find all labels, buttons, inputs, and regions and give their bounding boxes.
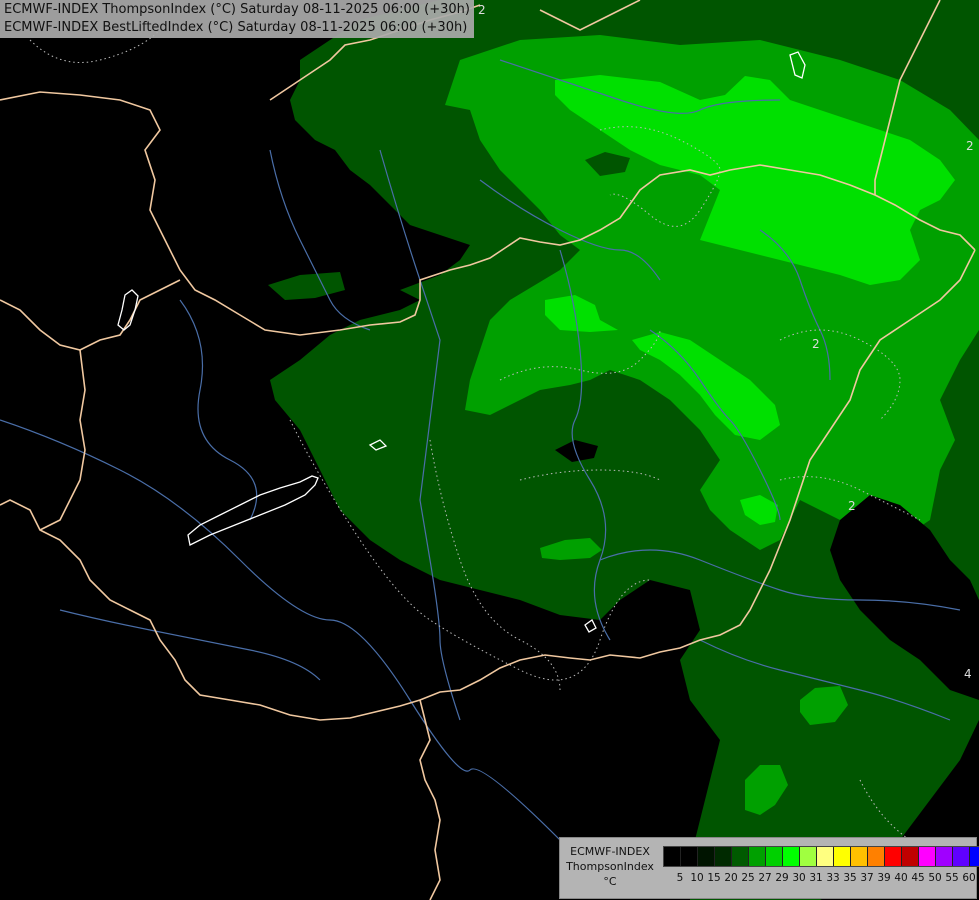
legend-swatch — [970, 847, 979, 866]
legend-swatch — [749, 847, 766, 866]
legend-swatch — [936, 847, 953, 866]
contour-label: 2 — [812, 337, 820, 351]
legend-swatch — [834, 847, 851, 866]
legend-swatch — [783, 847, 800, 866]
legend-label-model: ECMWF-INDEX — [570, 845, 650, 858]
color-legend: ECMWF-INDEX ThompsonIndex °C 5 10 15 20 25 27… — [559, 837, 979, 899]
legend-label-unit: °C — [603, 875, 617, 888]
contour-label: 4 — [964, 667, 972, 681]
legend-swatch — [800, 847, 817, 866]
map-title-best-lifted-index: ECMWF-INDEX BestLiftedIndex (°C) Saturda… — [4, 20, 468, 35]
legend-swatch — [851, 847, 868, 866]
legend-swatch — [732, 847, 749, 866]
contour-label: 2 — [966, 139, 974, 153]
legend-tick-label: 60 — [962, 872, 976, 884]
legend-label: ECMWF-INDEX ThompsonIndex °C — [562, 844, 658, 889]
legend-swatch — [681, 847, 698, 866]
map-title-box: ECMWF-INDEX ThompsonIndex (°C) Saturday … — [0, 0, 474, 38]
legend-swatch — [902, 847, 919, 866]
legend-swatch — [885, 847, 902, 866]
legend-swatch — [868, 847, 885, 866]
legend-swatch — [919, 847, 936, 866]
legend-swatch — [664, 847, 681, 866]
legend-swatch — [817, 847, 834, 866]
contour-label: 2 — [848, 499, 856, 513]
weather-map: 2 2 2 2 4 — [0, 0, 979, 900]
legend-swatch — [766, 847, 783, 866]
legend-swatch — [953, 847, 970, 866]
legend-swatch — [715, 847, 732, 866]
map-title-thompson-index: ECMWF-INDEX ThompsonIndex (°C) Saturday … — [4, 2, 470, 17]
legend-color-bar — [663, 846, 979, 867]
legend-label-variable: ThompsonIndex — [566, 860, 654, 873]
contour-label: 2 — [478, 3, 486, 17]
legend-swatch — [698, 847, 715, 866]
